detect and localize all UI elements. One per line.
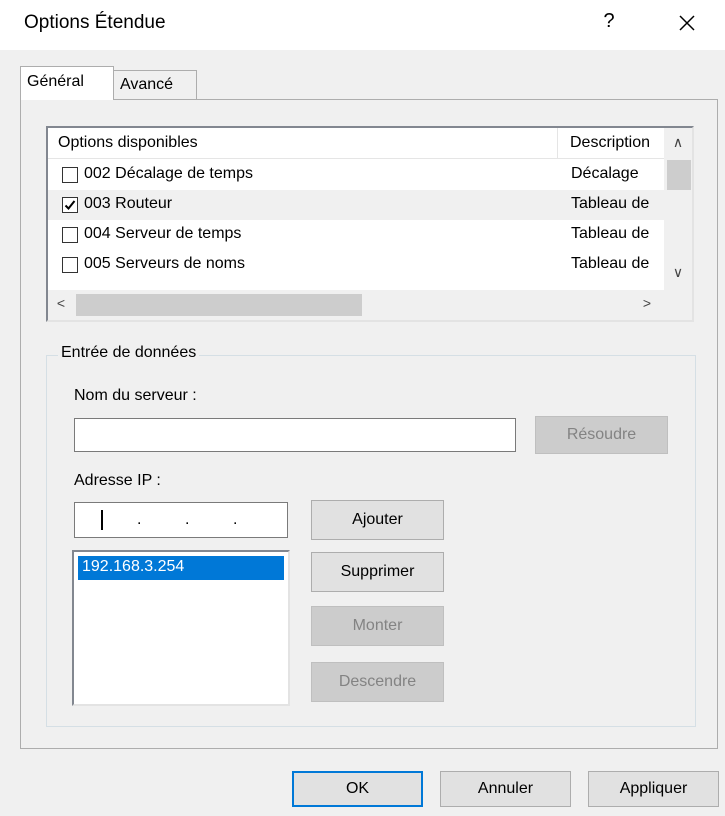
option-checkbox[interactable]	[62, 167, 78, 183]
ip-octet-separator: .	[185, 511, 190, 528]
close-button[interactable]	[672, 6, 702, 38]
list-item[interactable]: 005 Serveurs de noms Tableau de	[48, 250, 664, 280]
scroll-right-icon[interactable]: >	[638, 295, 656, 311]
tab-general[interactable]: Général	[20, 66, 114, 100]
vertical-scroll-thumb[interactable]	[667, 160, 691, 190]
option-description: Tableau de	[571, 255, 650, 272]
remove-button[interactable]: Supprimer	[311, 552, 444, 592]
help-button[interactable]: ?	[598, 10, 620, 36]
move-up-button[interactable]: Monter	[311, 606, 444, 646]
window-title: Options Étendue	[24, 12, 166, 33]
options-list[interactable]: Options disponibles Description 002 Déca…	[46, 126, 694, 322]
group-title: Entrée de données	[58, 344, 200, 362]
ip-octet-separator: .	[137, 511, 142, 528]
horizontal-scrollbar[interactable]: < >	[48, 290, 692, 320]
scroll-up-icon[interactable]: ∧	[664, 134, 692, 151]
tab-avance[interactable]: Avancé	[113, 70, 197, 100]
scroll-down-icon[interactable]: ∨	[664, 264, 692, 281]
vertical-scrollbar[interactable]: ∧ ∨	[664, 128, 692, 290]
column-header-description[interactable]: Description	[558, 128, 664, 159]
ip-address-list[interactable]: 192.168.3.254	[72, 550, 290, 706]
option-checkbox[interactable]	[62, 197, 78, 213]
column-header-options[interactable]: Options disponibles	[48, 128, 558, 159]
move-down-button[interactable]: Descendre	[311, 662, 444, 702]
option-name: 003 Routeur	[84, 195, 173, 212]
text-caret	[101, 510, 103, 530]
title-bar: Options Étendue ?	[0, 0, 725, 50]
option-description: Tableau de	[571, 195, 650, 212]
add-button[interactable]: Ajouter	[311, 500, 444, 540]
cancel-button[interactable]: Annuler	[440, 771, 571, 807]
list-item[interactable]: 192.168.3.254	[78, 556, 284, 580]
checkmark-icon	[64, 200, 76, 210]
list-item[interactable]: 002 Décalage de temps Décalage	[48, 160, 664, 190]
horizontal-scroll-thumb[interactable]	[76, 294, 362, 316]
option-checkbox[interactable]	[62, 257, 78, 273]
option-checkbox[interactable]	[62, 227, 78, 243]
apply-button[interactable]: Appliquer	[588, 771, 719, 807]
option-name: 004 Serveur de temps	[84, 225, 242, 242]
ip-octet-separator: .	[233, 511, 238, 528]
option-description: Décalage	[571, 165, 639, 182]
option-name: 005 Serveurs de noms	[84, 255, 245, 272]
server-name-label: Nom du serveur :	[74, 387, 197, 404]
ip-address-label: Adresse IP :	[74, 472, 161, 489]
list-item[interactable]: 004 Serveur de temps Tableau de	[48, 220, 664, 250]
scroll-left-icon[interactable]: <	[52, 295, 70, 311]
ip-address-field[interactable]: . . .	[74, 502, 288, 538]
resolve-button[interactable]: Résoudre	[535, 416, 668, 454]
ok-button[interactable]: OK	[292, 771, 423, 807]
option-name: 002 Décalage de temps	[84, 165, 253, 182]
server-name-field[interactable]	[74, 418, 516, 452]
list-item[interactable]: 003 Routeur Tableau de	[48, 190, 664, 220]
option-description: Tableau de	[571, 225, 650, 242]
close-icon	[679, 15, 695, 31]
